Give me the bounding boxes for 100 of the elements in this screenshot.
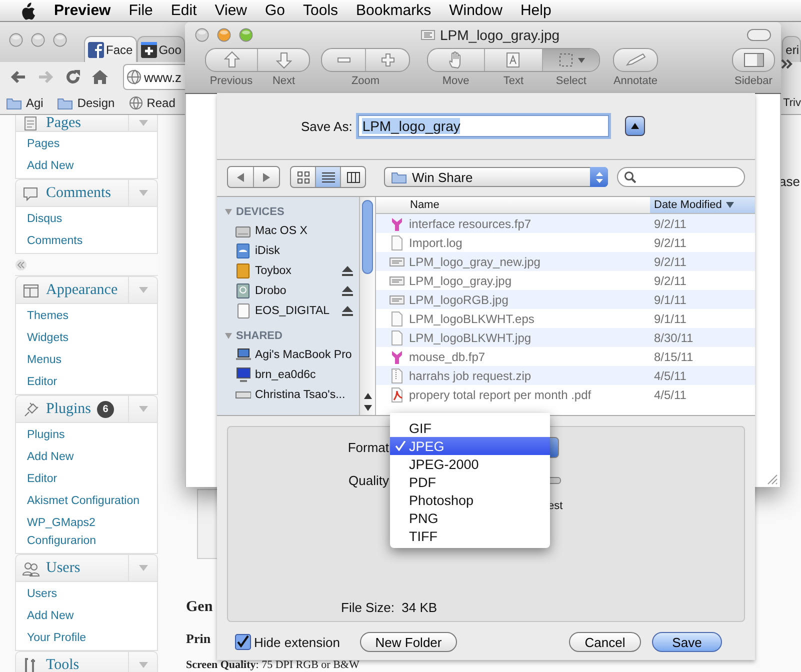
menu-link[interactable]: Disqus <box>16 208 157 230</box>
menu-link[interactable]: Add New <box>16 605 157 627</box>
menu-item[interactable]: Window <box>440 2 512 19</box>
file-name[interactable]: interface resources.fp7 <box>376 216 650 232</box>
toolbar-label: Previous <box>208 75 254 87</box>
eject-icon[interactable] <box>342 266 353 276</box>
expand-button[interactable] <box>625 116 646 136</box>
sidebar-item[interactable]: Christina Tsao's... <box>217 385 359 405</box>
column-header[interactable]: Date Modified <box>650 197 755 213</box>
menu-link[interactable]: Widgets <box>16 327 157 349</box>
home-icon[interactable] <box>91 69 109 85</box>
menu-item[interactable]: Go <box>256 2 294 19</box>
menu-title[interactable]: Comments <box>46 184 112 202</box>
file-name[interactable]: LPM_logoBLKWHT.eps <box>376 310 650 326</box>
menu-link[interactable]: Editor <box>16 371 157 393</box>
view-mode-button[interactable] <box>316 167 341 187</box>
menu-link[interactable]: Users <box>16 583 157 605</box>
sidebar-item[interactable]: EOS_DIGITAL <box>217 301 359 321</box>
dialog-button[interactable]: Save <box>652 632 722 652</box>
menu-link[interactable]: WP_GMaps2 Configurarion <box>16 512 157 552</box>
column-header[interactable]: Name <box>376 197 650 213</box>
chevron-icon[interactable] <box>781 58 793 70</box>
reload-icon[interactable] <box>65 69 81 85</box>
menu-option[interactable]: TIFF <box>390 527 550 545</box>
zoom-button-icon <box>53 33 67 47</box>
eject-icon[interactable] <box>342 306 353 316</box>
menu-option[interactable]: PDF <box>390 473 550 491</box>
toolbar-toggle-button[interactable] <box>747 29 771 41</box>
dialog-button[interactable]: New Folder <box>360 632 457 652</box>
columns-icon <box>346 170 360 184</box>
menu-title[interactable]: Pages <box>46 114 81 132</box>
menu-link[interactable]: Add New <box>16 446 157 468</box>
dialog-button[interactable]: Cancel <box>569 632 641 652</box>
back-arrow-icon[interactable] <box>9 69 27 85</box>
browser-tab[interactable]: Goo <box>136 36 186 62</box>
menu-option[interactable]: Photoshop <box>390 491 550 509</box>
database-file-icon <box>389 216 405 232</box>
menu-link[interactable]: Add New <box>16 155 157 177</box>
browser-tab[interactable]: eri <box>782 36 801 62</box>
menu-link[interactable]: Comments <box>16 230 157 252</box>
sidebar-item[interactable]: iDisk <box>217 241 359 261</box>
file-name[interactable]: LPM_logoRGB.jpg <box>376 292 650 308</box>
sidebar-item[interactable]: brn_ea0d6c <box>217 365 359 385</box>
menu-item[interactable]: File <box>120 2 162 19</box>
plug-icon <box>22 400 40 418</box>
search-field[interactable] <box>617 167 745 187</box>
file-name[interactable]: Import.log <box>376 234 650 250</box>
bookmark-link[interactable]: Design <box>57 96 115 110</box>
menu-link[interactable]: Plugins <box>16 424 157 446</box>
menu-item[interactable]: Edit <box>162 2 206 19</box>
file-name[interactable]: LPM_logo_gray.jpg <box>376 272 650 288</box>
menu-title[interactable]: Appearance <box>46 282 118 298</box>
site-icon <box>88 42 104 58</box>
menu-link[interactable]: Editor <box>16 468 157 490</box>
sidebar-item[interactable]: Toybox <box>217 261 359 281</box>
file-name[interactable]: LPM_logoBLKWHT.jpg <box>376 330 650 346</box>
file-name[interactable]: mouse_db.fp7 <box>376 348 650 364</box>
location-popup[interactable]: Win Share <box>384 167 608 187</box>
eject-icon[interactable] <box>342 286 353 296</box>
checkbox[interactable] <box>235 634 251 650</box>
file-name[interactable]: propery total report per month .pdf <box>376 386 650 402</box>
toolbar-label: Move <box>441 75 470 87</box>
menu-link[interactable]: Themes <box>16 305 157 327</box>
menu-option[interactable]: JPEG-2000 <box>390 455 550 473</box>
menu-option[interactable]: GIF <box>390 419 550 437</box>
url-field[interactable]: www.z <box>123 64 185 90</box>
folder-icon <box>6 96 22 110</box>
menu-link[interactable]: Akismet Configuration <box>16 490 157 512</box>
monitor-icon <box>235 367 251 383</box>
filename-field[interactable]: LPM_logo_gray <box>358 115 610 137</box>
scroll-thumb[interactable] <box>362 200 373 274</box>
menu-option[interactable]: PNG <box>390 509 550 527</box>
menu-item[interactable]: Tools <box>294 2 348 19</box>
bookmark-link[interactable]: Triv <box>783 97 801 109</box>
menu-link[interactable]: Pages <box>16 133 157 155</box>
scroll-down-icon[interactable] <box>364 405 372 411</box>
menu-title[interactable]: Plugins <box>46 400 92 418</box>
scroll-up-icon[interactable] <box>364 393 372 399</box>
right-triangle-icon <box>263 172 270 182</box>
menu-item[interactable]: Help <box>511 2 560 19</box>
menu-item[interactable]: View <box>206 2 256 19</box>
menu-link[interactable]: Menus <box>16 349 157 371</box>
collapse-icon[interactable] <box>15 258 27 270</box>
sidebar-item[interactable]: Mac OS X <box>217 221 359 241</box>
bookmark-link[interactable]: Agi <box>6 96 44 110</box>
bookmark-link[interactable]: Read <box>128 96 176 110</box>
sidebar-item[interactable]: Drobo <box>217 281 359 301</box>
menu-title[interactable]: Users <box>46 560 80 576</box>
apple-logo-icon[interactable] <box>19 2 35 20</box>
menu-item[interactable]: Bookmarks <box>347 2 440 19</box>
app-menu[interactable]: Preview <box>45 2 120 19</box>
browser-tab[interactable]: Face <box>84 36 137 62</box>
file-name[interactable]: harrahs job request.zip <box>376 368 650 384</box>
menu-title[interactable]: Tools <box>46 656 80 672</box>
menu-option[interactable]: JPEG <box>390 437 550 455</box>
sidebar-item[interactable]: Agi's MacBook Pro <box>217 345 359 365</box>
file-name[interactable]: LPM_logo_gray_new.jpg <box>376 254 650 270</box>
file-date: 9/2/11 <box>653 254 686 268</box>
tool-button[interactable] <box>542 49 599 71</box>
menu-link[interactable]: Your Profile <box>16 627 157 649</box>
